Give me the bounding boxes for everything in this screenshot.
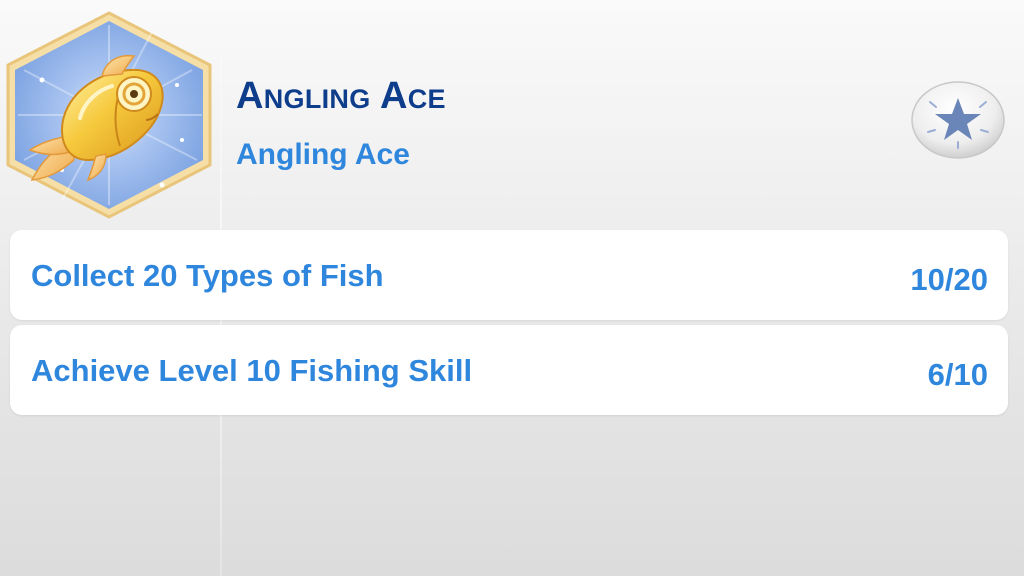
- goal-list: Collect 20 Types of Fish 10/20 Achieve L…: [10, 230, 1008, 420]
- aspiration-subtitle: Angling Ace: [236, 138, 410, 171]
- golden-fish-icon: [6, 11, 212, 219]
- star-icon: [911, 81, 1005, 159]
- goal-row[interactable]: Achieve Level 10 Fishing Skill 6/10: [10, 325, 1008, 415]
- goal-label: Collect 20 Types of Fish: [31, 258, 384, 293]
- aspiration-title: Angling Ace: [236, 75, 446, 117]
- goal-label: Achieve Level 10 Fishing Skill: [31, 353, 473, 388]
- goal-progress: 6/10: [927, 357, 988, 392]
- aspiration-badge: [2, 10, 216, 220]
- goal-progress: 10/20: [910, 262, 988, 297]
- star-button[interactable]: [910, 80, 1006, 160]
- goal-row[interactable]: Collect 20 Types of Fish 10/20: [10, 230, 1008, 320]
